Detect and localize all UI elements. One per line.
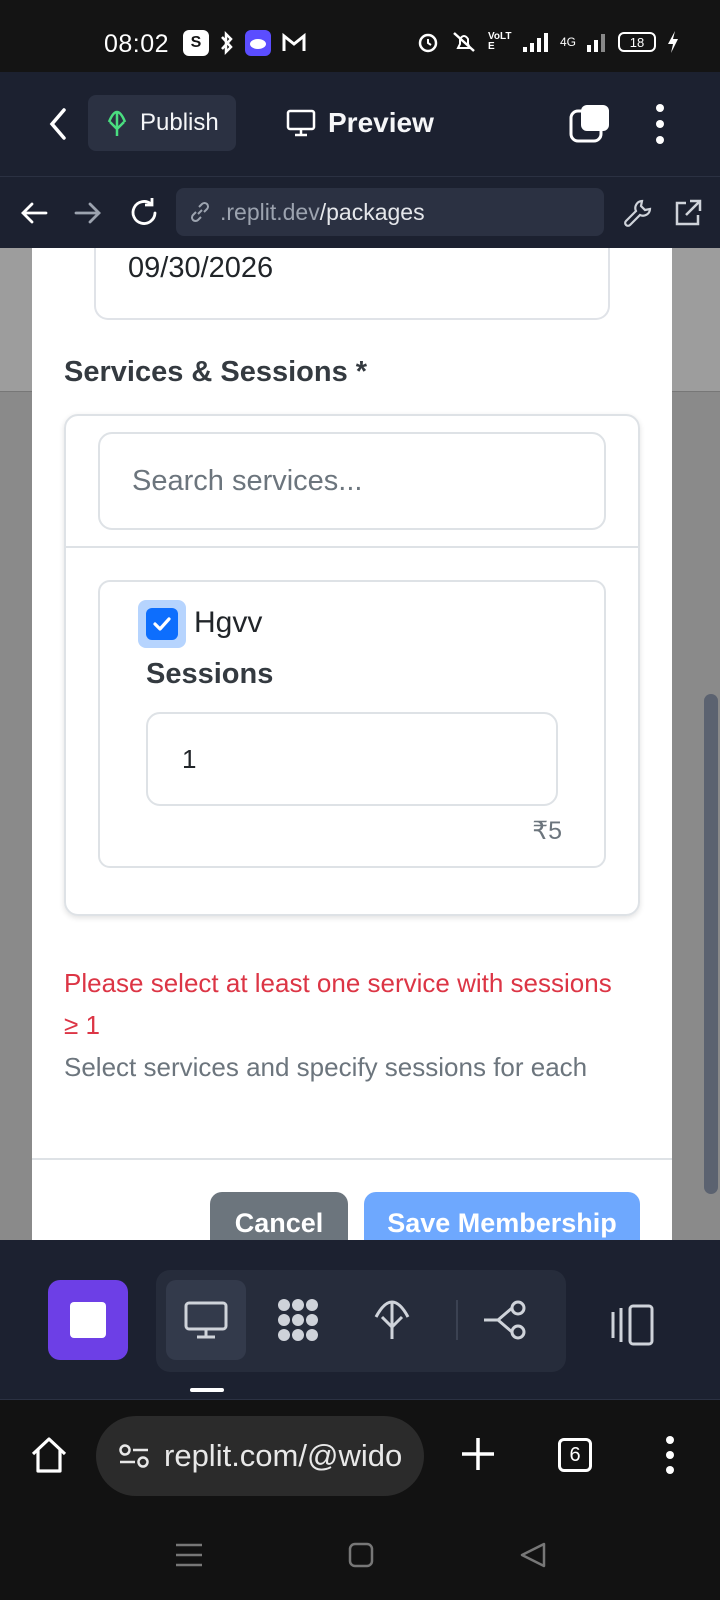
panels-icon[interactable] [608, 1302, 658, 1348]
scrollbar[interactable] [704, 694, 718, 1194]
status-bar: 08:02 S VoLTE 4G 18 [0, 0, 720, 72]
browser-menu-icon[interactable] [660, 1434, 680, 1476]
android-nav-bar [0, 1512, 720, 1600]
service-item: Hgvv Sessions 1 ₹5 [98, 580, 606, 868]
url-path: /packages [319, 198, 425, 225]
gmail-icon [282, 32, 306, 51]
active-tab-indicator [190, 1388, 224, 1392]
preview-url-bar: .replit.dev/packages [0, 176, 720, 248]
back-chevron-icon[interactable] [40, 102, 76, 146]
browser-bottom-bar: replit.com/@wido 6 [0, 1400, 720, 1512]
status-time: 08:02 [104, 30, 170, 58]
tab-count: 6 [569, 1443, 581, 1466]
error-message: Please select at least one service with … [64, 968, 612, 1040]
replit-header: Publish Preview [0, 72, 720, 176]
new-tab-icon[interactable] [458, 1434, 498, 1474]
publish-icon [374, 1300, 410, 1339]
reload-icon[interactable] [126, 195, 162, 231]
replit-toolbar [0, 1240, 720, 1400]
battery-icon: 18 [618, 32, 656, 52]
publish-button[interactable]: Publish [88, 95, 236, 151]
toolbar-separator [456, 1300, 458, 1340]
git-branch-icon [484, 1300, 526, 1340]
services-box: Search services... Hgvv Sessions 1 ₹5 [64, 414, 640, 916]
skype-icon: S [183, 30, 209, 56]
link-icon [190, 201, 210, 223]
end-date-input[interactable]: 09/30/2026 [94, 248, 610, 320]
signal-2-icon [587, 34, 605, 52]
back-arrow-icon[interactable] [16, 195, 52, 231]
signal-icon [522, 33, 548, 52]
divider [66, 546, 638, 548]
service-checkbox[interactable] [138, 600, 186, 648]
service-search-input[interactable]: Search services... [98, 432, 606, 530]
preview-label: Preview [328, 107, 434, 138]
modal-footer-divider [32, 1158, 672, 1160]
tool-tabs [156, 1270, 566, 1372]
agent-tool-button[interactable] [258, 1280, 338, 1360]
help-text: Select services and specify sessions for… [64, 1052, 588, 1082]
service-price: ₹5 [532, 817, 562, 845]
monitor-icon [184, 1301, 228, 1339]
wrench-icon[interactable] [620, 195, 656, 231]
git-tool-button[interactable] [466, 1280, 546, 1360]
monitor-icon [286, 109, 316, 137]
volte-indicator: VoLTE [487, 31, 512, 52]
forward-arrow-icon[interactable] [70, 195, 106, 231]
preview-tool-button[interactable] [166, 1280, 246, 1360]
check-icon [153, 617, 171, 631]
bluetooth-icon [221, 30, 233, 56]
preview-content: 09/30/2026 Services & Sessions * Search … [0, 248, 720, 1240]
stop-button[interactable] [48, 1280, 128, 1360]
publish-icon [107, 110, 127, 136]
more-options-icon[interactable] [650, 102, 670, 146]
services-sessions-label: Services & Sessions * [64, 356, 368, 388]
deploy-tool-button[interactable] [352, 1280, 432, 1360]
tab-switcher-button[interactable]: 6 [558, 1438, 592, 1472]
publish-label: Publish [140, 109, 219, 136]
home-nav-icon[interactable] [344, 1540, 378, 1570]
charging-icon [668, 31, 678, 53]
agent-icon [278, 1299, 318, 1341]
back-nav-icon[interactable] [516, 1540, 550, 1570]
url-domain: .replit.dev [220, 198, 320, 225]
browser-url: replit.com/@wido [164, 1438, 403, 1473]
stop-icon [70, 1302, 106, 1338]
preview-url-field[interactable]: .replit.dev/packages [176, 188, 604, 236]
home-icon[interactable] [28, 1434, 70, 1476]
sessions-label: Sessions [146, 658, 274, 690]
notification-icons: S [183, 30, 307, 56]
sessions-value: 1 [182, 743, 197, 774]
cancel-button[interactable]: Cancel [210, 1192, 348, 1240]
alarm-icon [418, 33, 438, 53]
recent-apps-icon[interactable] [172, 1540, 206, 1570]
service-name: Hgvv [194, 606, 263, 639]
site-settings-icon [119, 1444, 149, 1468]
open-external-icon[interactable] [670, 195, 706, 231]
membership-modal: 09/30/2026 Services & Sessions * Search … [32, 248, 672, 1240]
sessions-input[interactable]: 1 [146, 712, 558, 806]
mute-icon [453, 32, 475, 52]
cloud-app-icon [245, 30, 271, 56]
end-date-value: 09/30/2026 [128, 252, 274, 284]
system-icons: VoLTE 4G 18 [416, 30, 680, 54]
search-placeholder: Search services... [132, 464, 363, 497]
preview-tab[interactable]: Preview [286, 95, 434, 151]
save-membership-button[interactable]: Save Membership [364, 1192, 640, 1240]
windows-icon[interactable] [568, 102, 612, 146]
network-type: 4G [559, 35, 576, 49]
browser-url-field[interactable]: replit.com/@wido [96, 1416, 424, 1496]
